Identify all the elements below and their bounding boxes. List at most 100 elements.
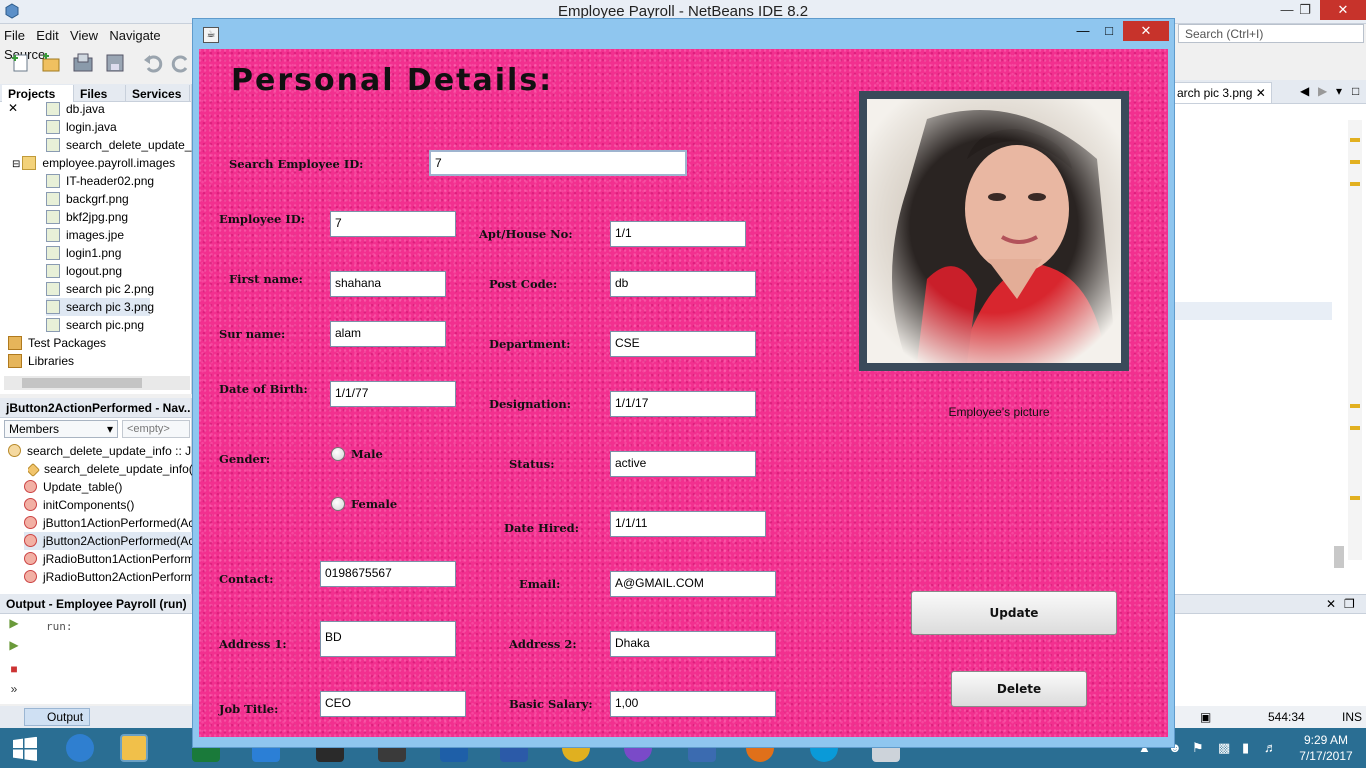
tray-flag-icon[interactable]: ⚑	[1192, 740, 1204, 756]
app-maximize-button[interactable]: □	[1095, 21, 1123, 41]
employee-id-field[interactable]: 7	[330, 211, 456, 237]
menu-view[interactable]: View	[66, 24, 102, 43]
open-project-icon[interactable]	[72, 52, 94, 74]
date-hired-field[interactable]: 1/1/11	[610, 511, 766, 537]
warning-mark[interactable]	[1350, 182, 1360, 186]
undo-icon[interactable]	[142, 52, 164, 74]
maximize-icon[interactable]: □	[1352, 84, 1359, 98]
tree-test-packages[interactable]: Test Packages	[8, 334, 106, 352]
save-all-icon[interactable]	[104, 52, 126, 74]
post-code-field[interactable]: db	[610, 271, 756, 297]
warning-mark[interactable]	[1350, 496, 1360, 500]
windows-start-icon[interactable]	[12, 736, 38, 762]
nav-method[interactable]: initComponents()	[24, 496, 192, 514]
close-icon[interactable]: ✕	[1326, 597, 1336, 611]
warning-mark[interactable]	[1350, 160, 1360, 164]
tray-monitor-icon[interactable]: ▩	[1218, 740, 1230, 756]
female-radio[interactable]	[331, 497, 345, 511]
delete-button[interactable]: Delete	[951, 671, 1087, 707]
menu-edit[interactable]: Edit	[32, 24, 62, 43]
tree-image-file[interactable]: search pic 2.png	[46, 280, 154, 298]
app-minimize-button[interactable]: —	[1069, 21, 1097, 41]
file-explorer-icon[interactable]	[120, 734, 148, 762]
more-icon[interactable]: »	[6, 682, 22, 698]
close-icon[interactable]: ✕	[1256, 86, 1266, 100]
tree-package-images[interactable]: ⊟ employee.payroll.images	[12, 154, 175, 172]
tree-image-file[interactable]: login1.png	[46, 244, 121, 262]
nav-class[interactable]: search_delete_update_info :: JFra	[8, 442, 192, 460]
navigator-filter-input[interactable]: <empty>	[122, 420, 190, 438]
ide-maximize-button[interactable]: ❐	[1290, 0, 1320, 20]
male-radio[interactable]	[331, 447, 345, 461]
warning-mark[interactable]	[1350, 404, 1360, 408]
address1-field[interactable]: BD	[320, 621, 456, 657]
rerun-icon[interactable]: ▶	[6, 616, 22, 632]
email-field[interactable]: A@GMAIL.COM	[610, 571, 776, 597]
address2-field[interactable]: Dhaka	[610, 631, 776, 657]
scrollbar-thumb[interactable]	[22, 378, 142, 388]
update-button[interactable]: Update	[911, 591, 1117, 635]
new-file-icon[interactable]	[10, 52, 32, 74]
tab-services[interactable]: Services	[126, 85, 190, 102]
taskbar-clock[interactable]: 9:29 AM 7/17/2017	[1296, 732, 1356, 764]
nav-method[interactable]: jButton1ActionPerformed(Acti	[24, 514, 192, 532]
navigator-members-select[interactable]: Members ▾	[4, 420, 118, 438]
tree-image-file[interactable]: search pic.png	[46, 316, 144, 334]
warning-mark[interactable]	[1350, 426, 1360, 430]
tree-file-login-java[interactable]: login.java	[46, 118, 117, 136]
nav-method[interactable]: jRadioButton2ActionPerforme	[24, 568, 192, 586]
sur-name-field[interactable]: alam	[330, 321, 446, 347]
ide-close-button[interactable]: ✕	[1320, 0, 1366, 20]
redo-icon[interactable]	[170, 52, 192, 74]
tab-list-icon[interactable]: ▾	[1336, 84, 1342, 98]
tree-libraries[interactable]: Libraries	[8, 352, 74, 370]
basic-salary-field[interactable]: 1,00	[610, 691, 776, 717]
projects-horizontal-scrollbar[interactable]	[4, 376, 190, 390]
nav-method[interactable]: Update_table()	[24, 478, 192, 496]
collapse-icon[interactable]: ⊟	[12, 159, 20, 170]
search-employee-id-input[interactable]: 7	[429, 150, 687, 176]
first-name-field[interactable]: shahana	[330, 271, 446, 297]
department-field[interactable]: CSE	[610, 331, 756, 357]
tree-image-file[interactable]: images.jpe	[46, 226, 124, 244]
apt-house-field[interactable]: 1/1	[610, 221, 746, 247]
tray-signal-icon[interactable]: ▮	[1242, 740, 1249, 756]
menu-navigate[interactable]: Navigate	[105, 24, 164, 43]
stop-icon[interactable]: ■	[6, 662, 22, 678]
editor-scrollbar-thumb[interactable]	[1334, 546, 1344, 568]
tree-file-search-delete[interactable]: search_delete_update_in	[46, 136, 201, 154]
notifications-icon[interactable]: ▣	[1200, 710, 1211, 724]
tree-file-db-java[interactable]: db.java	[46, 100, 105, 118]
new-project-icon[interactable]	[40, 52, 62, 74]
nav-method-selected[interactable]: jButton2ActionPerformed(Acti	[24, 532, 192, 550]
tray-volume-icon[interactable]: ♬	[1264, 740, 1277, 755]
tree-image-file-selected[interactable]: search pic 3.png	[46, 298, 154, 316]
editor-error-stripe[interactable]	[1348, 120, 1362, 560]
status-field[interactable]: active	[610, 451, 756, 477]
tab-output[interactable]: Output	[24, 708, 91, 726]
tree-image-file[interactable]: logout.png	[46, 262, 122, 280]
rerun-with-params-icon[interactable]: ▶	[6, 638, 22, 654]
dob-field[interactable]: 1/1/77	[330, 381, 456, 407]
internet-explorer-icon[interactable]	[66, 734, 94, 762]
prev-tab-icon[interactable]: ◀	[1300, 84, 1309, 98]
app-title-bar[interactable]: ☕ — □ ✕	[193, 19, 1174, 49]
contact-field[interactable]: 0198675567	[320, 561, 456, 587]
designation-field[interactable]: 1/1/17	[610, 391, 756, 417]
restore-icon[interactable]: ❐	[1344, 597, 1355, 611]
tree-image-file[interactable]: IT-header02.png	[46, 172, 154, 190]
app-close-button[interactable]: ✕	[1123, 21, 1169, 41]
warning-mark[interactable]	[1350, 138, 1360, 142]
nav-constructor[interactable]: search_delete_update_info()	[28, 460, 192, 478]
job-title-field[interactable]: CEO	[320, 691, 466, 717]
nav-method[interactable]: jRadioButton1ActionPerforme	[24, 550, 192, 568]
tree-image-file[interactable]: bkf2jpg.png	[46, 208, 128, 226]
editor-tab[interactable]: arch pic 3.png ✕	[1172, 82, 1272, 104]
tree-image-file[interactable]: backgrf.png	[46, 190, 129, 208]
menu-file[interactable]: File	[0, 24, 29, 43]
next-tab-icon[interactable]: ▶	[1318, 84, 1327, 98]
female-label[interactable]: Female	[351, 497, 397, 511]
close-icon[interactable]: ✕	[8, 101, 18, 115]
male-label[interactable]: Male	[351, 447, 383, 461]
ide-search-input[interactable]: Search (Ctrl+I)	[1178, 24, 1364, 43]
